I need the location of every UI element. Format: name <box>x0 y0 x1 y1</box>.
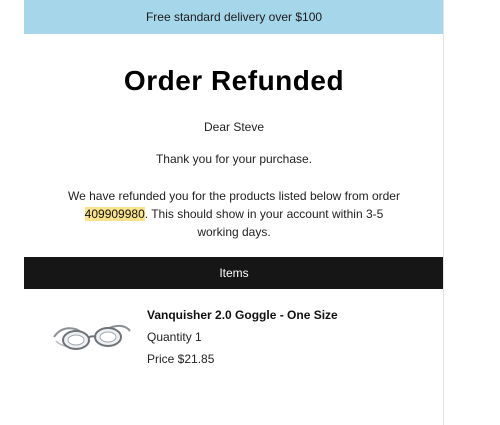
thanks-text: Thank you for your purchase. <box>155 152 313 166</box>
list-item: Vanquisher 2.0 Goggle - One Size Quantit… <box>24 289 444 409</box>
refund-message-end: . This should show in your account withi… <box>144 207 384 239</box>
order-number: 409909980 <box>84 207 145 221</box>
email-body: Free standard delivery over $100 Order R… <box>24 0 444 425</box>
delivery-banner-text: Free standard delivery over $100 <box>145 10 323 24</box>
product-price: Price $21.85 <box>147 352 215 366</box>
greeting-text: Dear Steve <box>203 120 265 134</box>
refund-message-start: We have refunded you for the products li… <box>68 189 400 203</box>
product-name[interactable]: Vanquisher 2.0 Goggle - One Size <box>147 307 338 323</box>
product-quantity: Quantity 1 <box>147 330 202 344</box>
swim-goggles-icon <box>52 315 132 355</box>
product-info: Vanquisher 2.0 Goggle - One Size Quantit… <box>147 307 338 367</box>
items-header-label: Items <box>219 266 249 280</box>
delivery-banner: Free standard delivery over $100 <box>24 0 444 34</box>
items-header: Items <box>24 257 444 289</box>
email-border <box>443 0 444 425</box>
page-title: Order Refunded <box>123 65 345 96</box>
refund-message: We have refunded you for the products li… <box>64 187 404 241</box>
